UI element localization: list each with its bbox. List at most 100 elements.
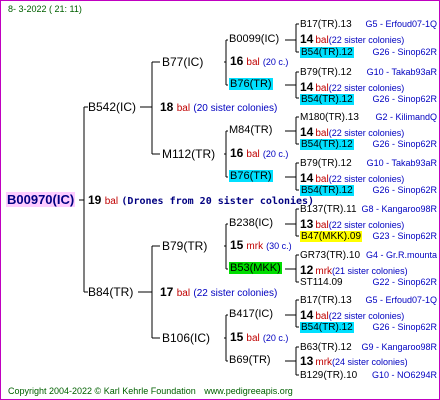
gen1-bottom-sisters: (22 sister colonies) bbox=[193, 288, 278, 299]
gen2-b106-bal: bal bbox=[246, 333, 260, 344]
gen4-row-number: 14 bbox=[300, 171, 314, 185]
gen4-row: B79(TR).12 G10 - Takab93aR bbox=[300, 66, 437, 79]
b0099-branch bbox=[285, 23, 299, 53]
gen3-5-id-text: B53(MKK) bbox=[229, 262, 282, 274]
gen4-row: B47(MKK).09 G23 - Sinop62R bbox=[300, 230, 437, 243]
root-node: B00970(IC) bbox=[6, 192, 76, 207]
gen3-0-id: B0099(IC) bbox=[229, 33, 280, 45]
gen4-row-code: G10 - Takab93aR bbox=[366, 67, 437, 77]
m84-branch bbox=[285, 116, 299, 145]
gen2-b79-info: 15 mrk (30 c.) bbox=[230, 239, 292, 253]
root-id: B00970(IC) bbox=[6, 192, 76, 207]
gen4-row-code: G26 - Sinop62R bbox=[372, 322, 437, 332]
gen4-row-code: G26 - Sinop62R bbox=[372, 47, 437, 57]
gen4-row-code: G23 - Sinop62R bbox=[372, 231, 437, 241]
gen4-row: GR73(TR).10 G4 - Gr.R.mounta bbox=[300, 249, 437, 262]
gen1-top-number: 18 bbox=[160, 100, 174, 114]
gen3-4-id: B238(IC) bbox=[229, 217, 274, 229]
gen4-row: B17(TR).13 G5 - Erfoud07-1Q bbox=[300, 18, 437, 31]
gen1-top-id: B542(IC) bbox=[88, 100, 137, 114]
gen4-row-sisters: (22 sister colonies) bbox=[328, 220, 405, 230]
gen2-b106-sisters: (20 c.) bbox=[262, 333, 289, 343]
root-info: 19 bal (Drones from 20 sister colonies) bbox=[88, 193, 314, 209]
gen4-row-code: G26 - Sinop62R bbox=[372, 94, 437, 104]
b76a-branch bbox=[285, 71, 299, 99]
gen2-b79-sisters: (30 c.) bbox=[266, 241, 292, 251]
gen4-row-code: G5 - Erfoud07-1Q bbox=[365, 19, 437, 29]
gen4-row-sisters: (22 sister colonies) bbox=[328, 128, 405, 138]
gen1-top-info: 18 bal (20 sister colonies) bbox=[160, 100, 277, 116]
gen4-row-code: G4 - Gr.R.mounta bbox=[365, 250, 437, 260]
gen3-2-id: M84(TR) bbox=[229, 124, 273, 136]
gen1-bottom-number: 17 bbox=[160, 285, 174, 299]
root-branch bbox=[79, 106, 88, 293]
gen4-row-number: 12 bbox=[300, 263, 314, 277]
gen4-row-code: G8 - Kangaroo98R bbox=[361, 204, 437, 214]
gen3-5-id: B53(MKK) bbox=[229, 262, 282, 275]
gen4-row-sisters: (22 sister colonies) bbox=[328, 174, 405, 184]
gen2-b106-id: B106(IC) bbox=[162, 331, 211, 345]
root-bal: bal bbox=[104, 196, 119, 207]
gen1-top-bal: bal bbox=[176, 103, 191, 114]
gen2-b77-sisters: (20 c.) bbox=[262, 57, 289, 67]
gen4-row-sisters: (22 sister colonies) bbox=[328, 35, 405, 45]
b79-branch bbox=[224, 223, 228, 270]
gen1-bottom-id: B84(TR) bbox=[88, 285, 134, 299]
gen4-row: B54(TR).12 G26 - Sinop62R bbox=[300, 93, 437, 106]
gen4-row-code: G26 - Sinop62R bbox=[372, 185, 437, 195]
gen2-b79-id: B79(TR) bbox=[162, 239, 208, 253]
gen4-row: B54(TR).12 G26 - Sinop62R bbox=[300, 321, 437, 334]
root-number: 19 bbox=[88, 193, 102, 207]
gen4-row-sisters: (21 sister colonies) bbox=[332, 266, 408, 276]
gen4-row: B17(TR).13 G5 - Erfoud07-1Q bbox=[300, 294, 437, 307]
gen4-row-number: 14 bbox=[300, 80, 314, 94]
gen2-b79-bal: mrk bbox=[246, 241, 264, 252]
gen4-row-code: G2 - KilimandQ bbox=[375, 112, 437, 122]
gen4-row-code: G22 - Sinop62R bbox=[372, 277, 437, 287]
gen4-row-sisters: (24 sister colonies) bbox=[332, 357, 408, 367]
gen4-row: M180(TR).13 G2 - KilimandQ bbox=[300, 111, 437, 124]
gen4-row-bal: bal bbox=[315, 35, 329, 46]
gen4-row-code: G10 - Takab93aR bbox=[366, 158, 437, 168]
b106-branch bbox=[224, 314, 228, 362]
gen4-row: 13 mrk(24 sister colonies) bbox=[300, 355, 408, 369]
date-stamp: 8- 3-2022 ( 21: 11) bbox=[8, 4, 82, 14]
gen3-3-id-text: B76(TR) bbox=[229, 170, 273, 182]
gen4-row-number: 13 bbox=[300, 217, 314, 231]
gen4-row: B137(TR).11 G8 - Kangaroo98R bbox=[300, 203, 437, 216]
gen1-top-sisters: (20 sister colonies) bbox=[193, 103, 278, 114]
gen4-row: B54(TR).12 G26 - Sinop62R bbox=[300, 138, 437, 151]
b76b-branch bbox=[285, 162, 299, 191]
gen2-m112-id: M112(TR) bbox=[162, 147, 216, 161]
footer-site-link[interactable]: www.pedigreeapis.org bbox=[204, 386, 293, 396]
gen3-1-id-text: B76(TR) bbox=[229, 78, 273, 90]
b84-branch bbox=[138, 245, 160, 339]
gen3-6-id: B417(IC) bbox=[229, 308, 274, 320]
footer-copyright: Copyright 2004-2022 © Karl Kehrle Founda… bbox=[8, 385, 293, 398]
b542-branch bbox=[140, 61, 160, 155]
gen2-b77-number: 16 bbox=[230, 54, 244, 68]
gen4-row-number: 14 bbox=[300, 125, 314, 139]
b77-branch bbox=[224, 39, 228, 86]
gen4-row: 14 bal(22 sister colonies) bbox=[300, 33, 404, 47]
gen4-row: B79(TR).12 G10 - Takab93aR bbox=[300, 157, 437, 170]
gen4-row: B63(TR).12 G9 - Kangaroo98R bbox=[300, 341, 437, 354]
b417-branch bbox=[285, 299, 299, 328]
gen2-b77-bal: bal bbox=[246, 57, 260, 68]
footer-copyright-text: Copyright 2004-2022 © Karl Kehrle Founda… bbox=[8, 386, 196, 396]
gen2-b106-number: 15 bbox=[230, 330, 244, 344]
gen2-b79-number: 15 bbox=[230, 238, 244, 252]
gen4-row-code: G10 - NO6294R bbox=[371, 370, 437, 380]
gen4-row: ST114.09 G22 - Sinop62R bbox=[300, 276, 437, 289]
m112-branch bbox=[224, 130, 228, 178]
gen4-row-sisters: (22 sister colonies) bbox=[328, 311, 405, 321]
gen1-bottom-bal: bal bbox=[176, 288, 191, 299]
gen4-row-bal: mrk bbox=[315, 357, 333, 368]
gen4-row-number: 14 bbox=[300, 32, 314, 46]
gen4-row-sisters: (22 sister colonies) bbox=[328, 83, 405, 93]
gen4-row-code: G26 - Sinop62R bbox=[372, 139, 437, 149]
gen2-m112-sisters: (20 c.) bbox=[262, 149, 289, 159]
gen2-b77-info: 16 bal (20 c.) bbox=[230, 55, 288, 69]
gen2-m112-number: 16 bbox=[230, 146, 244, 160]
gen4-row-code: G5 - Erfoud07-1Q bbox=[365, 295, 437, 305]
